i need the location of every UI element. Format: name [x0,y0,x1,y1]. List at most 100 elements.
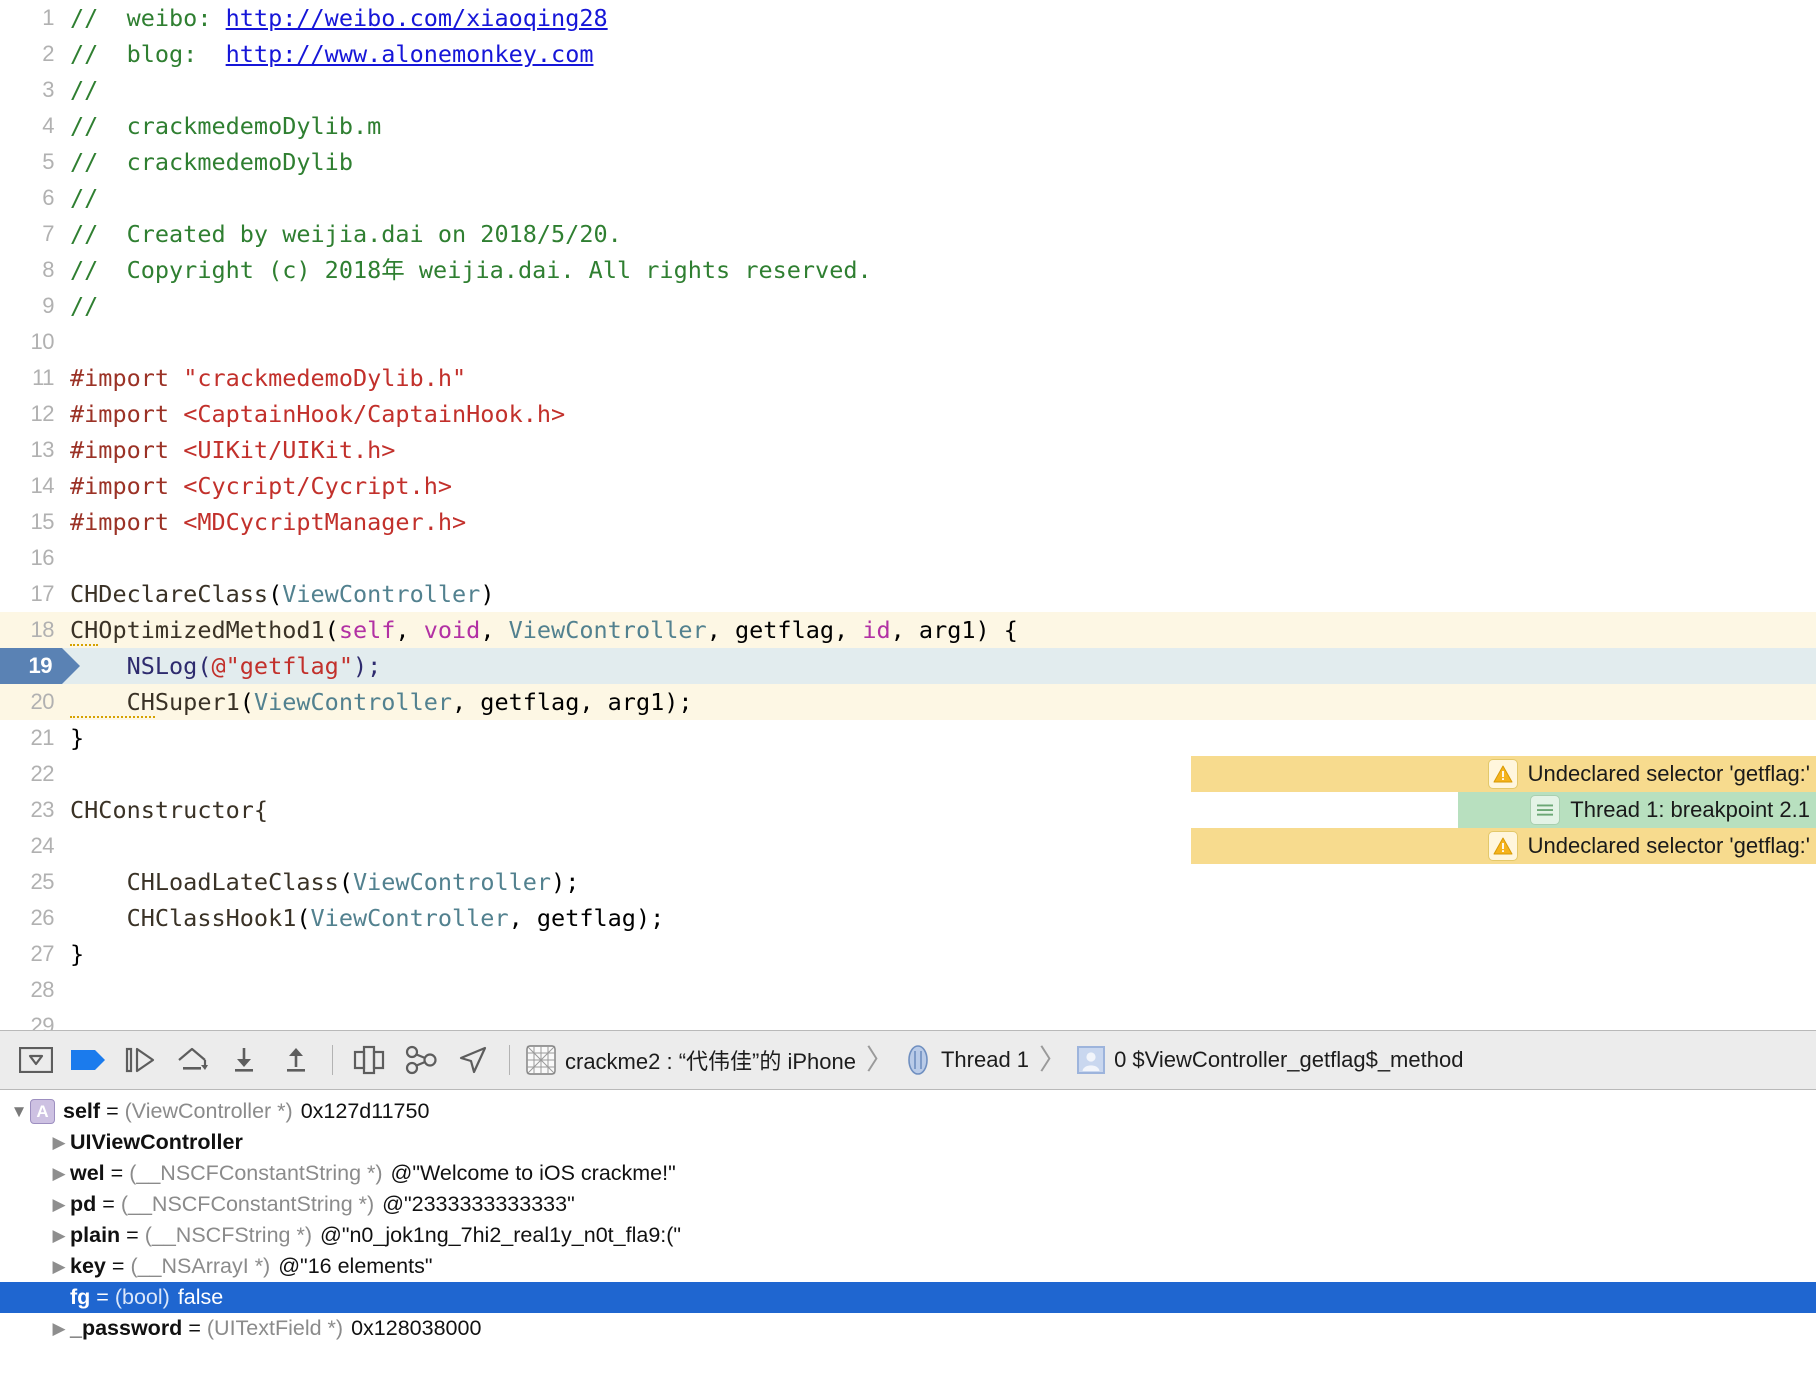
code-line[interactable]: 10 [0,324,1816,360]
line-number[interactable]: 28 [0,972,62,1008]
code-line[interactable]: 21 } [0,720,1816,756]
line-number[interactable]: 2 [0,36,62,72]
macro-name: CHLoadLateClass [70,868,339,896]
code-line[interactable]: 12 #import <CaptainHook/CaptainHook.h> [0,396,1816,432]
simulate-location-button[interactable] [447,1037,499,1083]
code-line[interactable]: 29 [0,1008,1816,1030]
line-number[interactable]: 16 [0,540,62,576]
step-out-button[interactable] [270,1037,322,1083]
code-line-current[interactable]: 19 NSLog(@"getflag"); Thread 1: breakpoi… [0,648,1816,684]
code-line[interactable]: 20 CHSuper1(ViewController, getflag, arg… [0,684,1816,720]
variable-row-fg[interactable]: ▶ fg = (bool) false [0,1282,1816,1313]
line-number[interactable]: 3 [0,72,62,108]
comment-link[interactable]: http://www.alonemonkey.com [226,40,594,68]
code-line[interactable]: 1 // weibo: http://weibo.com/xiaoqing28 [0,0,1816,36]
code-line[interactable]: 4 // crackmedemoDylib.m [0,108,1816,144]
variable-row-wel[interactable]: ▶ wel = (__NSCFConstantString *) @"Welco… [0,1158,1816,1189]
variable-row-pd[interactable]: ▶ pd = (__NSCFConstantString *) @"233333… [0,1189,1816,1220]
code-line[interactable]: 17 CHDeclareClass(ViewController) [0,576,1816,612]
line-number[interactable]: 29 [0,1008,62,1030]
code-line[interactable]: 3 // [0,72,1816,108]
code-line[interactable]: 7 // Created by weijia.dai on 2018/5/20. [0,216,1816,252]
disclosure-triangle-closed-icon[interactable]: ▶ [48,1313,70,1344]
variable-row-uiviewcontroller[interactable]: ▶ UIViewController [0,1127,1816,1158]
line-number[interactable]: 12 [0,396,62,432]
line-number[interactable]: 15 [0,504,62,540]
breadcrumb-thread[interactable]: Thread 1 [904,1045,1029,1075]
code-line[interactable]: 13 #import <UIKit/UIKit.h> [0,432,1816,468]
line-number[interactable]: 14 [0,468,62,504]
line-number-current[interactable]: 19 [0,648,62,684]
line-number[interactable]: 10 [0,324,62,360]
code-line[interactable]: 9 // [0,288,1816,324]
line-number[interactable]: 9 [0,288,62,324]
code-line[interactable]: 11 #import "crackmedemoDylib.h" [0,360,1816,396]
line-number[interactable]: 6 [0,180,62,216]
deactivate-breakpoints-button[interactable] [62,1037,114,1083]
line-number[interactable]: 7 [0,216,62,252]
variable-row-plain[interactable]: ▶ plain = (__NSCFString *) @"n0_jok1ng_7… [0,1220,1816,1251]
line-content: // weibo: http://weibo.com/xiaoqing28 [70,0,608,36]
line-content: // Copyright (c) 2018年 weijia.dai. All r… [70,252,872,288]
variable-row-key[interactable]: ▶ key = (__NSArrayI *) @"16 elements" [0,1251,1816,1282]
line-content: #import <UIKit/UIKit.h> [70,432,395,468]
comment-link[interactable]: http://weibo.com/xiaoqing28 [226,4,608,32]
source-editor[interactable]: 1 // weibo: http://weibo.com/xiaoqing28 … [0,0,1816,1030]
code-line[interactable]: 23 CHConstructor{ [0,792,1816,828]
disclosure-triangle-open-icon[interactable]: ▼ [8,1096,30,1127]
paren: ( [268,580,282,608]
breadcrumb-process[interactable]: crackme2 : “代伟佳”的 iPhone [526,1044,856,1076]
disclosure-triangle-closed-icon[interactable]: ▶ [48,1220,70,1251]
line-number[interactable]: 17 [0,576,62,612]
line-number[interactable]: 26 [0,900,62,936]
line-number[interactable]: 11 [0,360,62,396]
line-number[interactable]: 24 [0,828,62,864]
variable-type: (__NSArrayI *) [130,1251,270,1282]
debug-memory-graph-button[interactable] [395,1037,447,1083]
code-line[interactable]: 2 // blog: http://www.alonemonkey.com [0,36,1816,72]
line-number[interactable]: 5 [0,144,62,180]
line-number[interactable]: 18 [0,612,62,648]
continue-button[interactable] [114,1037,166,1083]
line-number[interactable]: 4 [0,108,62,144]
line-number[interactable]: 22 [0,756,62,792]
disclosure-triangle-closed-icon[interactable]: ▶ [48,1158,70,1189]
code-line[interactable]: 5 // crackmedemoDylib [0,144,1816,180]
code-line[interactable]: 27 } [0,936,1816,972]
code-line[interactable]: 6 // [0,180,1816,216]
line-content: CHConstructor{ [70,792,268,828]
code-line[interactable]: 28 [0,972,1816,1008]
code-line[interactable]: 8 // Copyright (c) 2018年 weijia.dai. All… [0,252,1816,288]
disclosure-triangle-closed-icon[interactable]: ▶ [48,1251,70,1282]
line-number[interactable]: 1 [0,0,62,36]
line-number[interactable]: 27 [0,936,62,972]
disclosure-triangle-closed-icon[interactable]: ▶ [48,1189,70,1220]
code-line[interactable]: 22 [0,756,1816,792]
code-line[interactable]: 16 [0,540,1816,576]
variables-view[interactable]: ▼ A self = (ViewController *) 0x127d1175… [0,1090,1816,1394]
code-line[interactable]: 15 #import <MDCycriptManager.h> [0,504,1816,540]
macro-name: OptimizedMethod1 [98,616,324,644]
variable-row-self[interactable]: ▼ A self = (ViewController *) 0x127d1175… [0,1096,1816,1127]
line-content: CHClassHook1(ViewController, getflag); [70,900,664,936]
line-number[interactable]: 21 [0,720,62,756]
hide-debug-area-button[interactable] [10,1037,62,1083]
code-line[interactable]: 18 CHOptimizedMethod1(self, void, ViewCo… [0,612,1816,648]
line-number[interactable]: 13 [0,432,62,468]
step-into-button[interactable] [218,1037,270,1083]
breakpoint-arrow-icon [70,1049,106,1071]
debug-view-hierarchy-button[interactable] [343,1037,395,1083]
line-number[interactable]: 8 [0,252,62,288]
breadcrumb-stack-frame[interactable]: 0 $ViewController_getflag$_method [1077,1046,1463,1074]
line-number[interactable]: 20 [0,684,62,720]
code-line[interactable]: 25 CHLoadLateClass(ViewController); [0,864,1816,900]
code-line[interactable]: 14 #import <Cycript/Cycript.h> [0,468,1816,504]
variable-name: _password [70,1313,182,1344]
code-line[interactable]: 24 [0,828,1816,864]
line-number[interactable]: 25 [0,864,62,900]
line-number[interactable]: 23 [0,792,62,828]
code-line[interactable]: 26 CHClassHook1(ViewController, getflag)… [0,900,1816,936]
step-over-button[interactable] [166,1037,218,1083]
variable-row-password[interactable]: ▶ _password = (UITextField *) 0x12803800… [0,1313,1816,1344]
disclosure-triangle-closed-icon[interactable]: ▶ [48,1127,70,1158]
